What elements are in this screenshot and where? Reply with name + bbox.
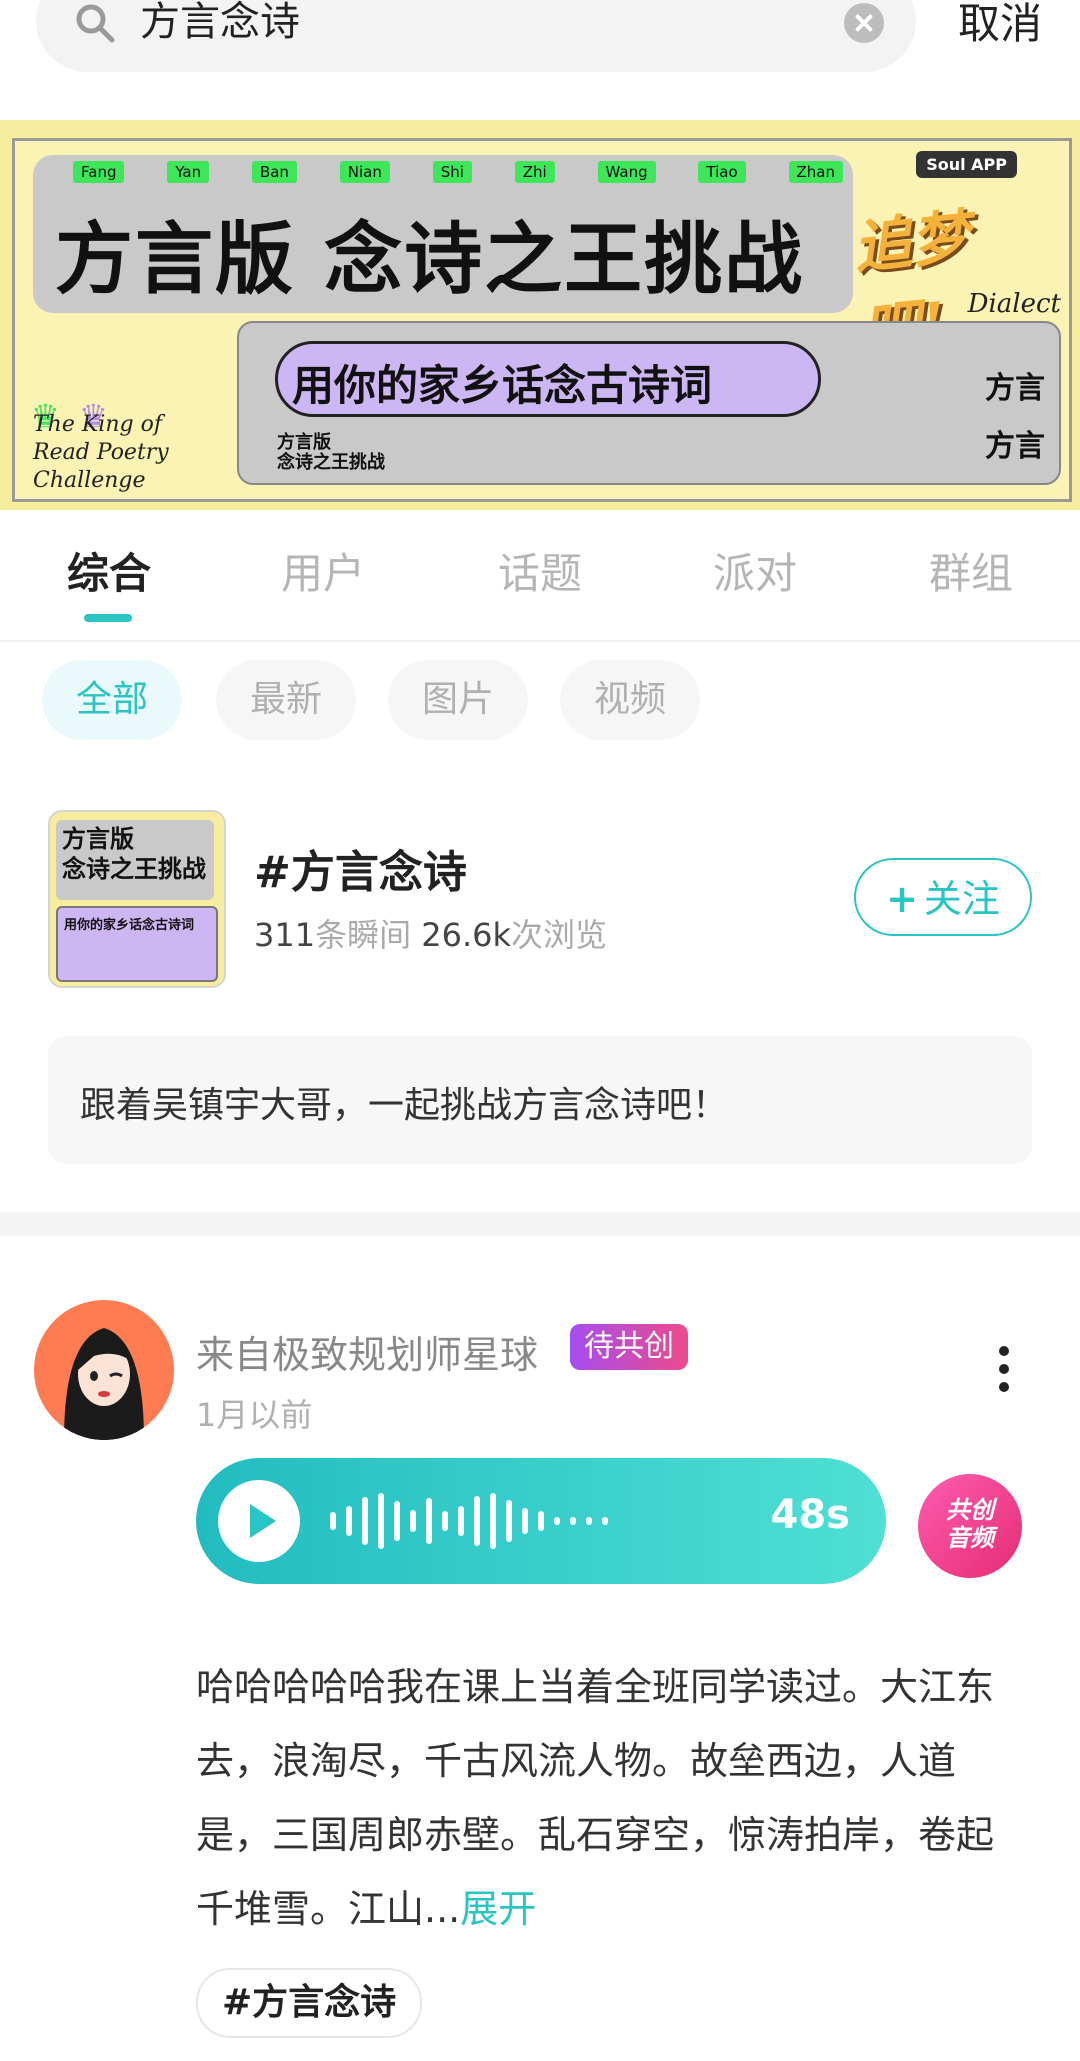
dialect-label: Dialect bbox=[967, 289, 1061, 319]
post-author[interactable]: 来自极致规划师星球 bbox=[196, 1324, 538, 1379]
king-caption-line: Read Poetry bbox=[33, 440, 169, 465]
cancel-button[interactable]: 取消 bbox=[958, 0, 1042, 48]
topic-card[interactable]: 方言版 念诗之王挑战 用你的家乡话念古诗词 #方言念诗 311条瞬间 26.6k… bbox=[0, 810, 1080, 990]
filter-videos[interactable]: 视频 bbox=[560, 660, 700, 740]
play-icon[interactable] bbox=[218, 1480, 300, 1562]
brand-logo-area: Soul APP 追梦吧! bbox=[850, 151, 1057, 365]
tab-party[interactable]: 派对 bbox=[680, 540, 830, 601]
status-badge: 待共创 bbox=[570, 1324, 688, 1370]
filter-all[interactable]: 全部 bbox=[42, 660, 182, 740]
tab-groups[interactable]: 群组 bbox=[896, 540, 1046, 601]
views-count: 26.6k bbox=[421, 916, 512, 954]
pinyin-label: Tiao bbox=[698, 161, 746, 183]
king-caption: The King of Read Poetry Challenge bbox=[33, 411, 169, 495]
banner-subtitle-pill: 用你的家乡话念古诗词 bbox=[275, 341, 821, 417]
plus-icon: + bbox=[886, 877, 918, 921]
topic-description-text: 跟着吴镇宇大哥，一起挑战方言念诗吧！ bbox=[80, 1085, 729, 1126]
banner-title-strip: Fang Yan Ban Nian Shi Zhi Wang Tiao Zhan… bbox=[33, 155, 853, 313]
cocreate-audio-button[interactable]: 共创 音频 bbox=[918, 1474, 1022, 1578]
follow-button[interactable]: + 关注 bbox=[854, 858, 1032, 936]
views-unit: 次浏览 bbox=[511, 916, 608, 954]
pinyin-label: Zhan bbox=[788, 161, 843, 183]
thumb-title-strip: 方言版 念诗之王挑战 bbox=[56, 820, 214, 900]
fangyan-text: 方言 bbox=[985, 429, 1045, 464]
topic-stats: 311条瞬间 26.6k次浏览 bbox=[254, 910, 607, 956]
promo-banner[interactable]: Fang Yan Ban Nian Shi Zhi Wang Tiao Zhan… bbox=[0, 120, 1080, 510]
search-icon bbox=[76, 4, 115, 43]
tab-topics[interactable]: 话题 bbox=[465, 540, 615, 601]
post-text: 哈哈哈哈哈我在课上当着全班同学读过。大江东去，浪淘尽，千古风流人物。故垒西边，人… bbox=[196, 1650, 996, 1946]
avatar-illustration bbox=[64, 1328, 144, 1440]
more-vertical-icon[interactable] bbox=[994, 1346, 1014, 1396]
fangyan-stack: 方言 方言 bbox=[955, 363, 1045, 479]
banner-title: 方言版 念诗之王挑战 bbox=[55, 214, 805, 305]
topic-tag[interactable]: #方言念诗 bbox=[196, 1968, 423, 2038]
filter-images[interactable]: 图片 bbox=[388, 660, 528, 740]
waveform bbox=[330, 1486, 608, 1556]
thumb-subtitle-strip: 用你的家乡话念古诗词 bbox=[56, 906, 218, 982]
banner-pinyin: Fang Yan Ban Nian Shi Zhi Wang Tiao Zhan bbox=[73, 161, 843, 183]
banner-mini-title-line: 方言版 bbox=[277, 432, 331, 453]
moments-count: 311 bbox=[254, 916, 316, 954]
expand-link[interactable]: 展开 bbox=[460, 1887, 536, 1931]
topic-thumbnail: 方言版 念诗之王挑战 用你的家乡话念古诗词 bbox=[48, 810, 226, 988]
pinyin-label: Zhi bbox=[514, 161, 555, 183]
banner-subtitle-panel: 用你的家乡话念古诗词 方言版 念诗之王挑战 方言 方言 bbox=[237, 321, 1061, 485]
search-header: 方言念诗 取消 bbox=[0, 0, 1080, 120]
pinyin-label: Shi bbox=[432, 161, 472, 183]
banner-mini-title: 方言版 念诗之王挑战 bbox=[277, 433, 385, 473]
pinyin-label: Fang bbox=[73, 161, 125, 183]
fangyan-text: 方言 bbox=[985, 371, 1045, 406]
search-input[interactable]: 方言念诗 bbox=[140, 0, 300, 48]
thumb-title: 方言版 念诗之王挑战 bbox=[62, 824, 206, 883]
result-tabs: 综合 用户 话题 派对 群组 bbox=[0, 510, 1080, 642]
post-body: 哈哈哈哈哈我在课上当着全班同学读过。大江东去，浪淘尽，千古风流人物。故垒西边，人… bbox=[196, 1665, 995, 1931]
audio-player[interactable]: 48s bbox=[196, 1458, 886, 1584]
moments-unit: 条瞬间 bbox=[315, 916, 412, 954]
pinyin-label: Nian bbox=[339, 161, 390, 183]
king-caption-line: Challenge bbox=[33, 468, 146, 493]
pinyin-label: Ban bbox=[251, 161, 297, 183]
pinyin-label: Wang bbox=[597, 161, 656, 183]
banner-frame: Fang Yan Ban Nian Shi Zhi Wang Tiao Zhan… bbox=[12, 138, 1072, 502]
avatar[interactable] bbox=[34, 1300, 174, 1440]
banner-subtitle: 用你的家乡话念古诗词 bbox=[292, 361, 713, 410]
banner-mini-title-line: 念诗之王挑战 bbox=[277, 452, 385, 473]
filter-latest[interactable]: 最新 bbox=[216, 660, 356, 740]
topic-title[interactable]: #方言念诗 bbox=[254, 836, 467, 900]
tab-users[interactable]: 用户 bbox=[248, 540, 398, 601]
cocreate-label: 共创 bbox=[946, 1496, 994, 1524]
clear-icon[interactable] bbox=[844, 3, 884, 43]
section-divider bbox=[0, 1212, 1080, 1236]
king-caption-line: The King of bbox=[33, 412, 162, 437]
topic-description: 跟着吴镇宇大哥，一起挑战方言念诗吧！ bbox=[48, 1036, 1032, 1164]
follow-label: 关注 bbox=[923, 877, 1000, 921]
pinyin-label: Yan bbox=[167, 161, 210, 183]
tab-indicator bbox=[84, 614, 132, 622]
search-box[interactable]: 方言念诗 bbox=[36, 0, 916, 72]
thumb-subtitle: 用你的家乡话念古诗词 bbox=[64, 918, 195, 933]
post-time: 1月以前 bbox=[196, 1396, 313, 1434]
filter-chips: 全部 最新 图片 视频 bbox=[0, 660, 1080, 740]
audio-duration: 48s bbox=[770, 1492, 850, 1538]
soul-app-badge: Soul APP bbox=[916, 151, 1017, 178]
tab-comprehensive[interactable]: 综合 bbox=[34, 540, 184, 601]
cocreate-label: 音频 bbox=[946, 1524, 994, 1552]
